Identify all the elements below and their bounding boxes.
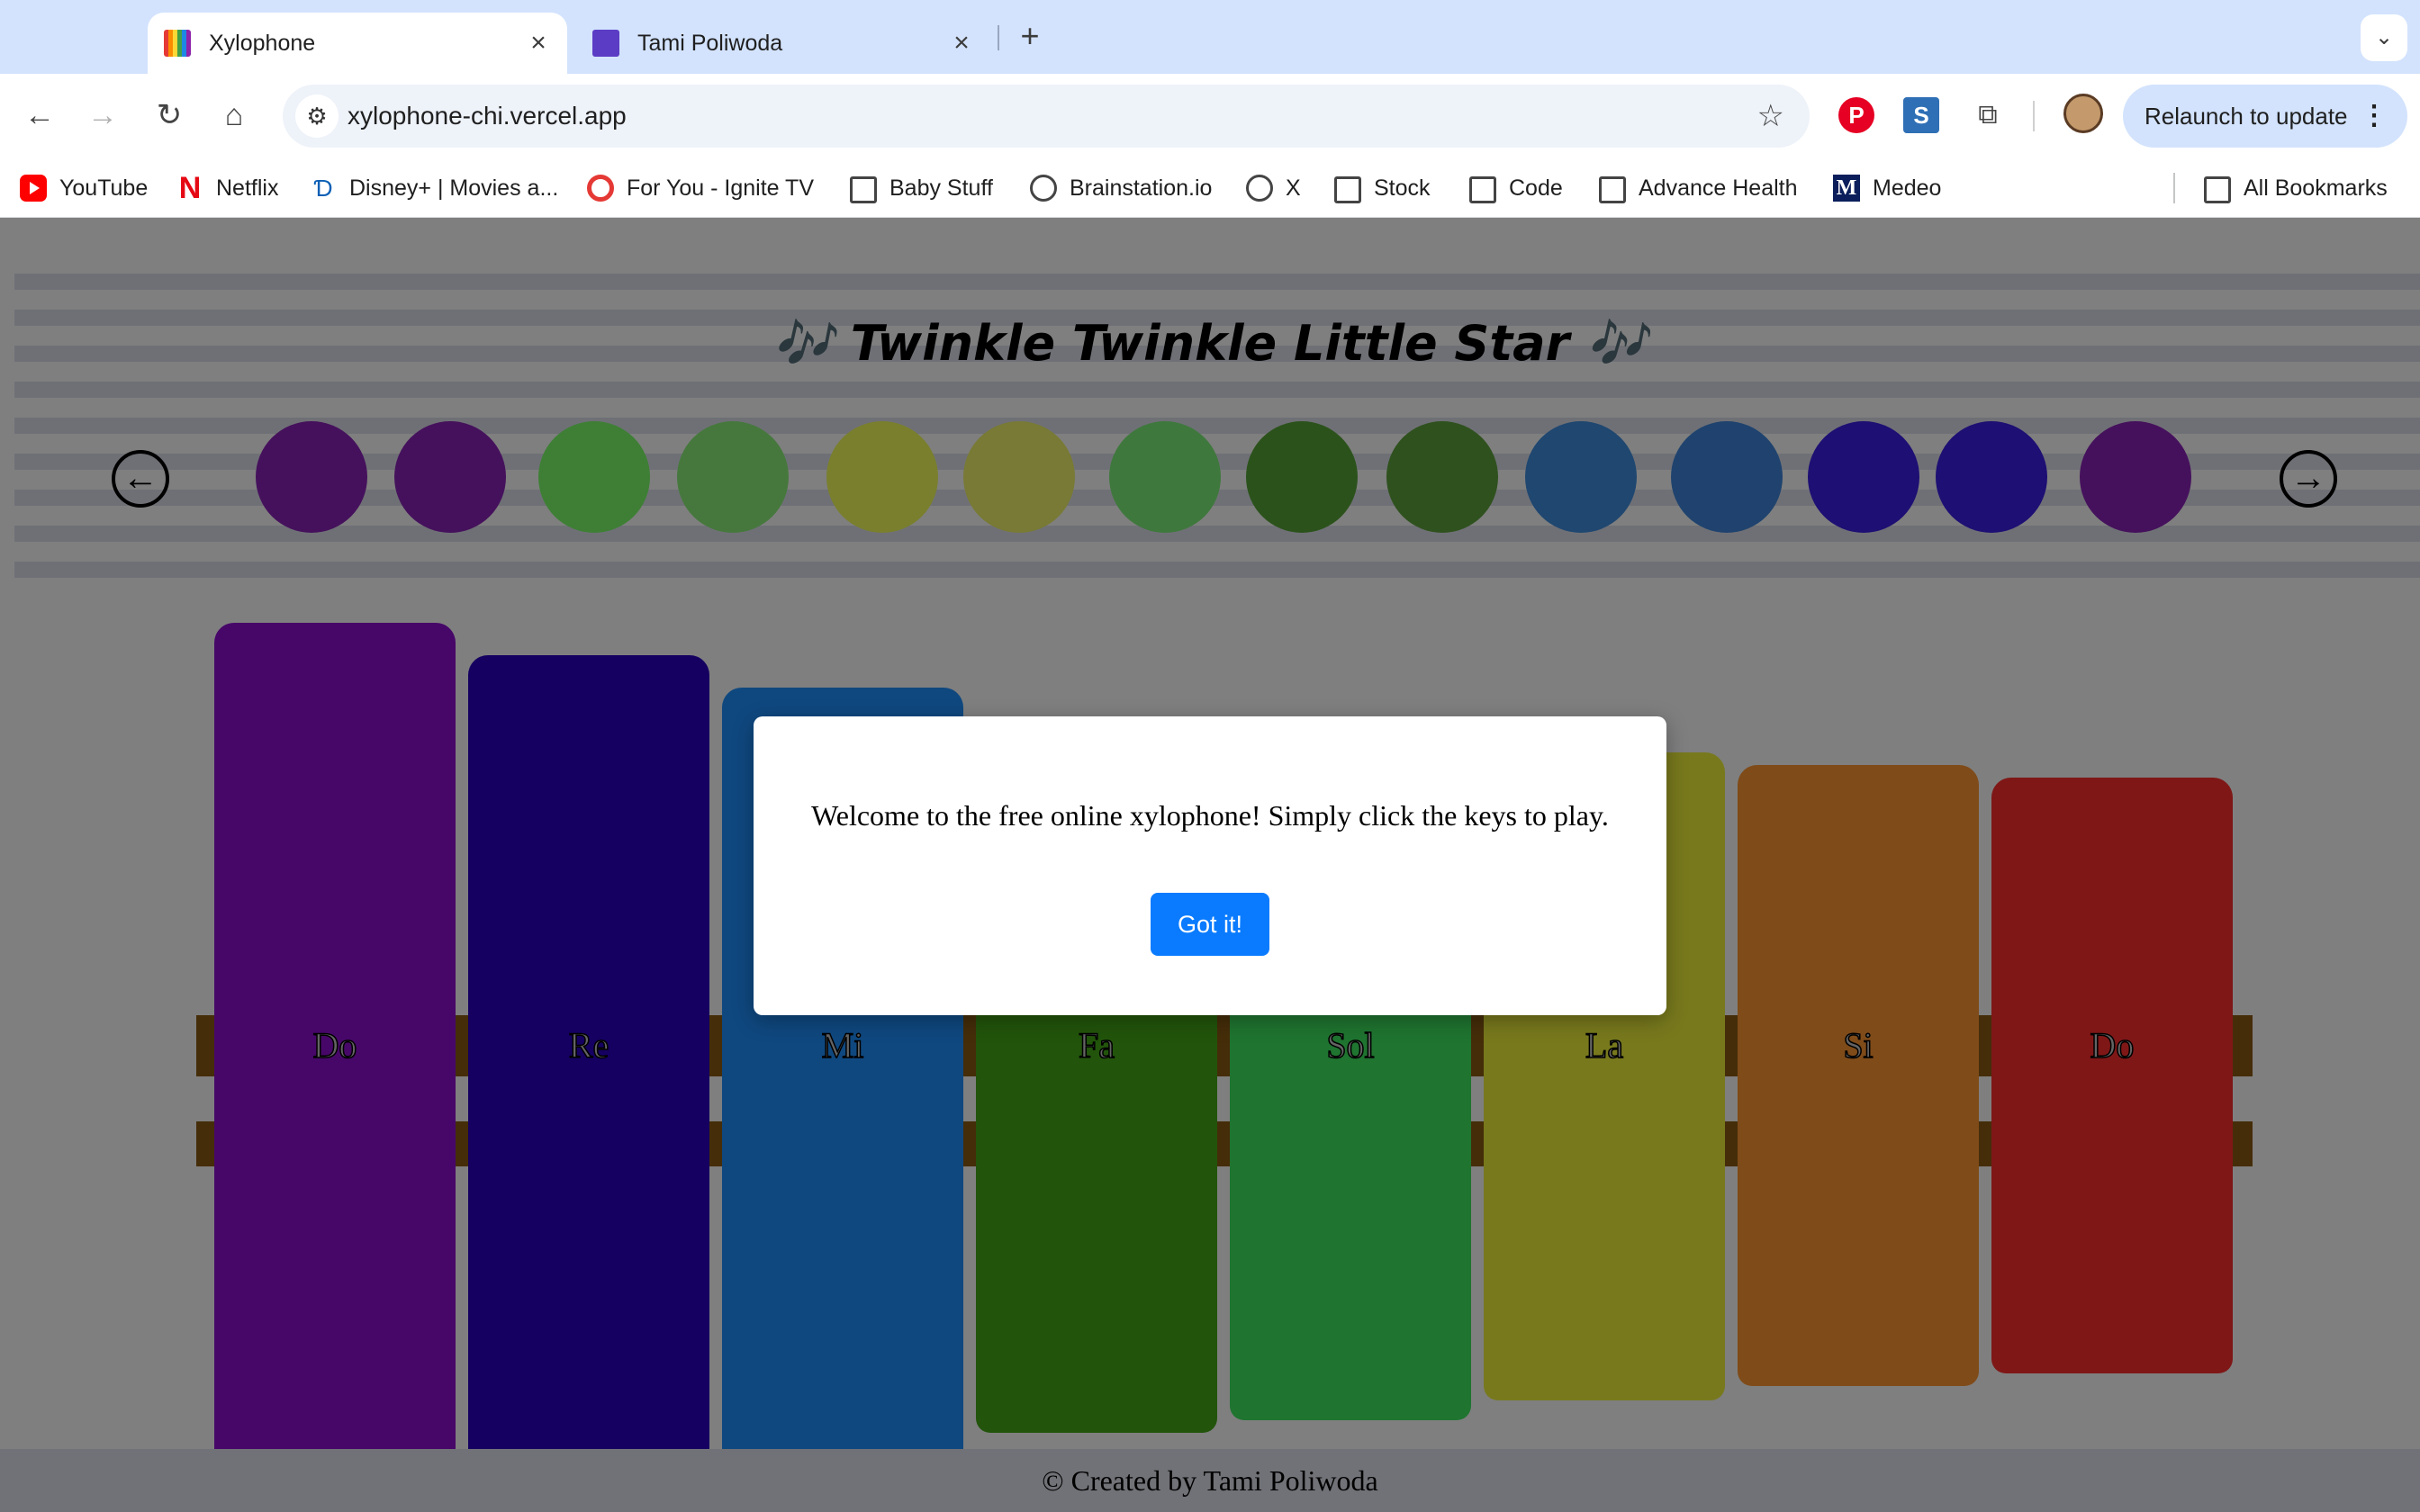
bookmark-label: For You - Ignite TV (627, 175, 814, 201)
bookmark-ignite[interactable]: For You - Ignite TV (587, 158, 814, 218)
relaunch-button[interactable]: Relaunch to update ⋮ (2123, 85, 2407, 148)
back-button[interactable]: ← (16, 92, 63, 139)
reload-button[interactable]: ↻ (146, 92, 193, 139)
bookmark-label: Advance Health (1639, 175, 1798, 201)
rainbow-xylophone-icon (164, 30, 191, 57)
person-avatar-icon (592, 30, 619, 57)
bookmark-label: X (1286, 175, 1301, 201)
netflix-icon: N (178, 171, 202, 205)
bookmark-baby-stuff[interactable]: Baby Stuff (850, 158, 993, 218)
medeo-icon: M (1833, 175, 1860, 202)
relaunch-label: Relaunch to update (2145, 103, 2348, 130)
bookmark-label: Disney+ | Movies a... (349, 175, 559, 201)
bookmark-medeo[interactable]: M Medeo (1833, 158, 1941, 218)
bookmark-disney[interactable]: Ɗ Disney+ | Movies a... (310, 158, 558, 218)
all-bookmarks[interactable]: All Bookmarks (2204, 158, 2388, 218)
forward-button[interactable]: → (79, 92, 126, 139)
bookmark-label: Code (1509, 175, 1563, 201)
close-tab-icon[interactable]: × (520, 28, 556, 58)
got-it-button[interactable]: Got it! (1151, 893, 1269, 956)
bookmark-netflix[interactable]: N Netflix (176, 158, 279, 218)
folder-icon (1469, 176, 1496, 203)
bookmark-label: Medeo (1873, 175, 1942, 201)
arrow-left-icon: ← (24, 98, 55, 132)
home-icon: ⌂ (224, 98, 244, 132)
disney-icon: Ɗ (313, 175, 333, 202)
bookmark-label: Brainstation.io (1070, 175, 1213, 201)
tab-strip: Xylophone × Tami Poliwoda × + ⌄ (0, 0, 2420, 74)
site-settings-icon[interactable]: ⚙ (295, 94, 339, 138)
chevron-down-icon: ⌄ (2374, 25, 2394, 50)
tab-title: Xylophone (209, 30, 316, 56)
folder-icon (1599, 176, 1626, 203)
bookmark-label: All Bookmarks (2244, 175, 2388, 201)
extensions-puzzle-icon[interactable]: ⧉ (1970, 97, 2006, 133)
bookmark-label: Stock (1374, 175, 1431, 201)
folder-icon (850, 176, 877, 203)
pinterest-extension-icon[interactable]: P (1838, 97, 1874, 133)
ignite-icon (587, 175, 614, 202)
tab-divider (998, 25, 999, 50)
folder-icon (1334, 176, 1361, 203)
url-text[interactable]: xylophone-chi.vercel.app (348, 85, 627, 148)
toolbar-divider (2033, 101, 2035, 131)
tab-xylophone[interactable]: Xylophone × (148, 13, 567, 74)
more-menu-icon[interactable]: ⋮ (2361, 85, 2388, 148)
bookmark-advance-health[interactable]: Advance Health (1599, 158, 1798, 218)
new-tab-button[interactable]: + (1012, 18, 1048, 54)
reload-icon: ↻ (156, 98, 183, 132)
bookmark-label: YouTube (59, 175, 149, 201)
youtube-icon (20, 175, 47, 202)
profile-avatar[interactable] (2063, 94, 2103, 133)
tab-search-button[interactable]: ⌄ (2361, 14, 2407, 61)
folder-icon (2204, 176, 2231, 203)
bookmark-label: Netflix (216, 175, 279, 201)
brain-icon (1030, 175, 1057, 202)
arrow-right-icon: → (87, 98, 118, 132)
browser-toolbar: ← → ↻ ⌂ ⚙ xylophone-chi.vercel.app ☆ P S… (0, 74, 2420, 158)
bookmark-brainstation[interactable]: Brainstation.io (1030, 158, 1212, 218)
brain-icon (1246, 175, 1273, 202)
bookmark-stock[interactable]: Stock (1334, 158, 1431, 218)
home-button[interactable]: ⌂ (211, 92, 257, 139)
bookmark-x[interactable]: X (1246, 158, 1301, 218)
tab-title: Tami Poliwoda (637, 30, 783, 56)
bookmark-star-icon[interactable]: ☆ (1757, 85, 1784, 148)
bookmark-code[interactable]: Code (1469, 158, 1563, 218)
bookmark-label: Baby Stuff (889, 175, 993, 201)
s-extension-icon[interactable]: S (1903, 97, 1939, 133)
bookmarks-bar: YouTube N Netflix Ɗ Disney+ | Movies a... … (0, 158, 2420, 218)
close-tab-icon[interactable]: × (944, 28, 980, 58)
welcome-modal: Welcome to the free online xylophone! Si… (754, 716, 1666, 1015)
bookmark-youtube[interactable]: YouTube (20, 158, 148, 218)
xylophone-page: 🎶 Twinkle Twinkle Little Star 🎶 ← → Do R… (0, 218, 2420, 1512)
tab-tami-poliwoda[interactable]: Tami Poliwoda × (576, 13, 990, 74)
welcome-message: Welcome to the free online xylophone! Si… (811, 799, 1609, 832)
bookmarks-divider (2173, 173, 2175, 203)
address-bar[interactable]: ⚙ xylophone-chi.vercel.app ☆ (283, 85, 1810, 148)
